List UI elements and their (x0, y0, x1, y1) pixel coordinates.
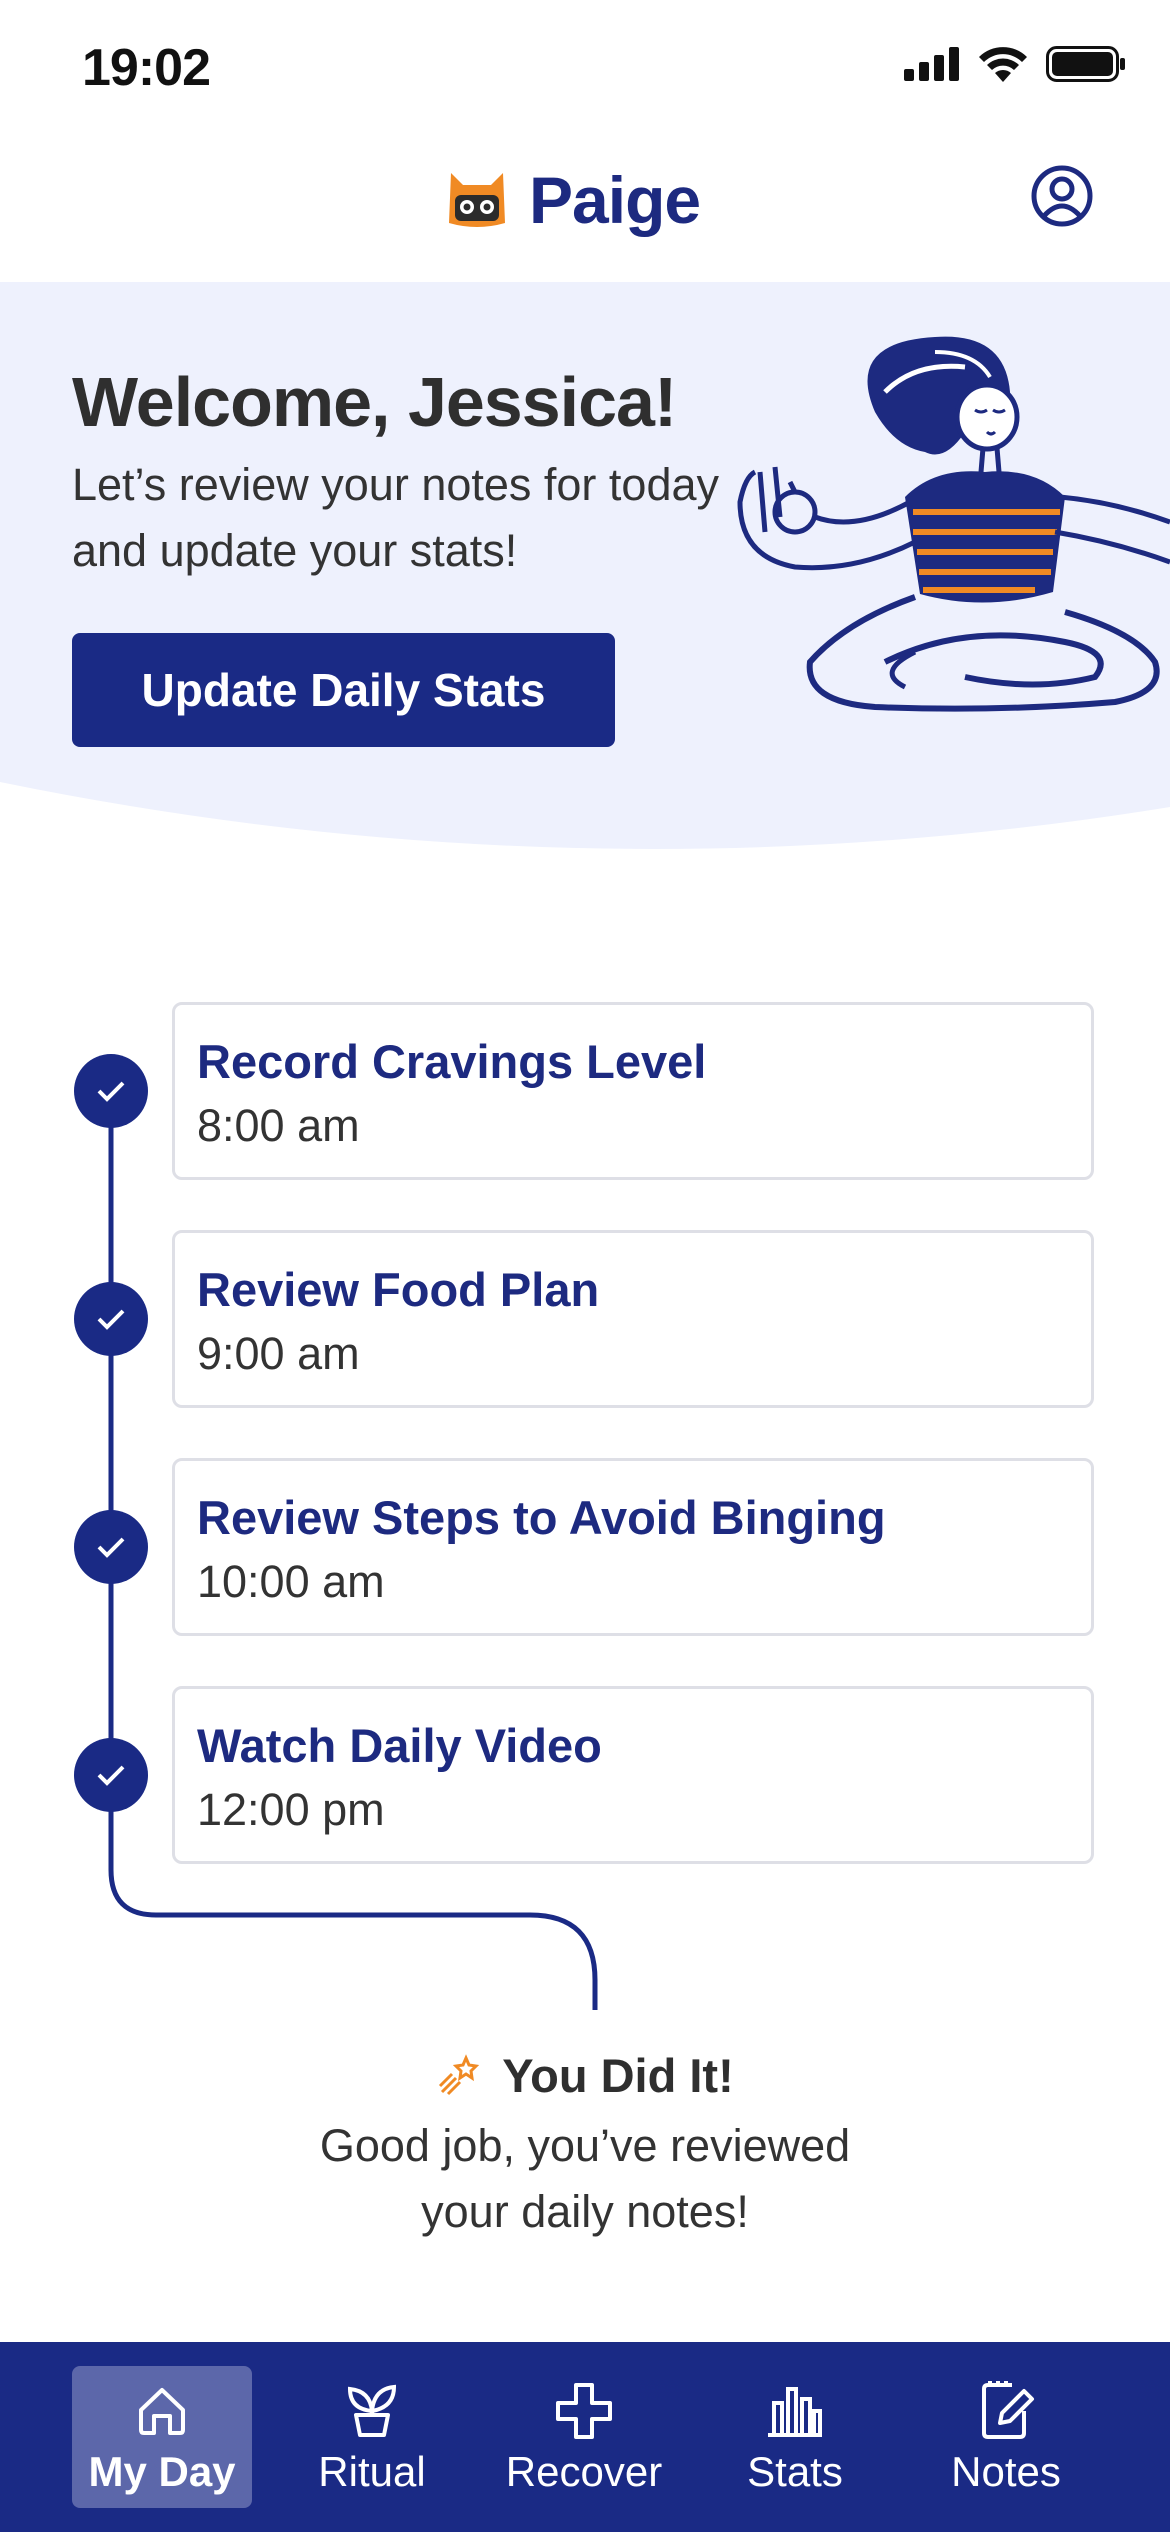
completion-title: You Did It! (502, 2049, 734, 2102)
task-time: 10:00 am (197, 1556, 385, 1607)
task-card[interactable]: Watch Daily Video 12:00 pm (172, 1686, 1094, 1864)
nav-item-notes[interactable]: Notes (916, 2366, 1096, 2508)
bar-chart-icon (764, 2378, 826, 2444)
owl-logo-icon (449, 173, 505, 227)
completion-heading: You Did It! (0, 2048, 1170, 2103)
task-card[interactable]: Review Food Plan 9:00 am (172, 1230, 1094, 1408)
task-completed-check-icon (74, 1738, 148, 1812)
nav-item-my-day[interactable]: My Day (72, 2366, 252, 2508)
task-title: Review Steps to Avoid Binging (197, 1491, 886, 1544)
task-completed-check-icon (74, 1054, 148, 1128)
nav-item-recover[interactable]: Recover (494, 2366, 674, 2508)
status-bar: 19:02 (0, 0, 1170, 140)
task-completed-check-icon (74, 1510, 148, 1584)
welcome-subtitle: Let’s review your notes for today and up… (72, 459, 720, 576)
task-title: Watch Daily Video (197, 1719, 602, 1772)
nav-label: Stats (747, 2448, 843, 2495)
nav-label: Notes (951, 2448, 1061, 2495)
status-time: 19:02 (82, 39, 211, 97)
completion-message: Good job, you’ve reviewed your daily not… (0, 2113, 1170, 2245)
app-name: Paige (529, 163, 701, 237)
welcome-hero: Welcome, Jessica! Let’s review your note… (0, 282, 1170, 862)
nav-item-stats[interactable]: Stats (705, 2366, 885, 2508)
cellular-signal-icon (904, 47, 959, 81)
app-header: Paige (0, 140, 1170, 282)
note-edit-icon (976, 2378, 1036, 2444)
daily-tasks-timeline: Record Cravings Level 8:00 am Review Foo… (0, 990, 1170, 2010)
nav-label: Recover (505, 2448, 663, 2495)
profile-button[interactable] (1030, 164, 1094, 228)
brand-logo: Paige (445, 162, 701, 238)
completion-message-text: Good job, you’ve reviewed your daily not… (319, 2120, 851, 2237)
battery-icon (1046, 46, 1125, 82)
task-time: 9:00 am (197, 1328, 360, 1379)
nav-item-ritual[interactable]: Ritual (282, 2366, 462, 2508)
task-time: 8:00 am (197, 1100, 360, 1151)
update-daily-stats-button[interactable]: Update Daily Stats (72, 633, 615, 747)
meditating-woman-illustration (737, 336, 1170, 712)
shooting-star-icon (439, 2053, 480, 2095)
task-card[interactable]: Record Cravings Level 8:00 am (172, 1002, 1094, 1180)
wifi-icon (979, 47, 1027, 82)
welcome-title: Welcome, Jessica! (72, 363, 677, 441)
task-card[interactable]: Review Steps to Avoid Binging 10:00 am (172, 1458, 1094, 1636)
task-title: Review Food Plan (197, 1263, 600, 1316)
task-time: 12:00 pm (197, 1784, 385, 1835)
nav-label: Ritual (318, 2448, 426, 2495)
status-icons (904, 46, 1126, 82)
task-title: Record Cravings Level (197, 1035, 707, 1088)
user-profile-icon (1031, 165, 1093, 227)
task-completed-check-icon (74, 1282, 148, 1356)
nav-label: My Day (88, 2448, 236, 2495)
plus-cross-icon (554, 2378, 614, 2444)
home-icon (135, 2378, 189, 2444)
bottom-navigation: My Day Ritual Recover Stats Notes (0, 2342, 1170, 2532)
sprout-icon (342, 2378, 402, 2444)
